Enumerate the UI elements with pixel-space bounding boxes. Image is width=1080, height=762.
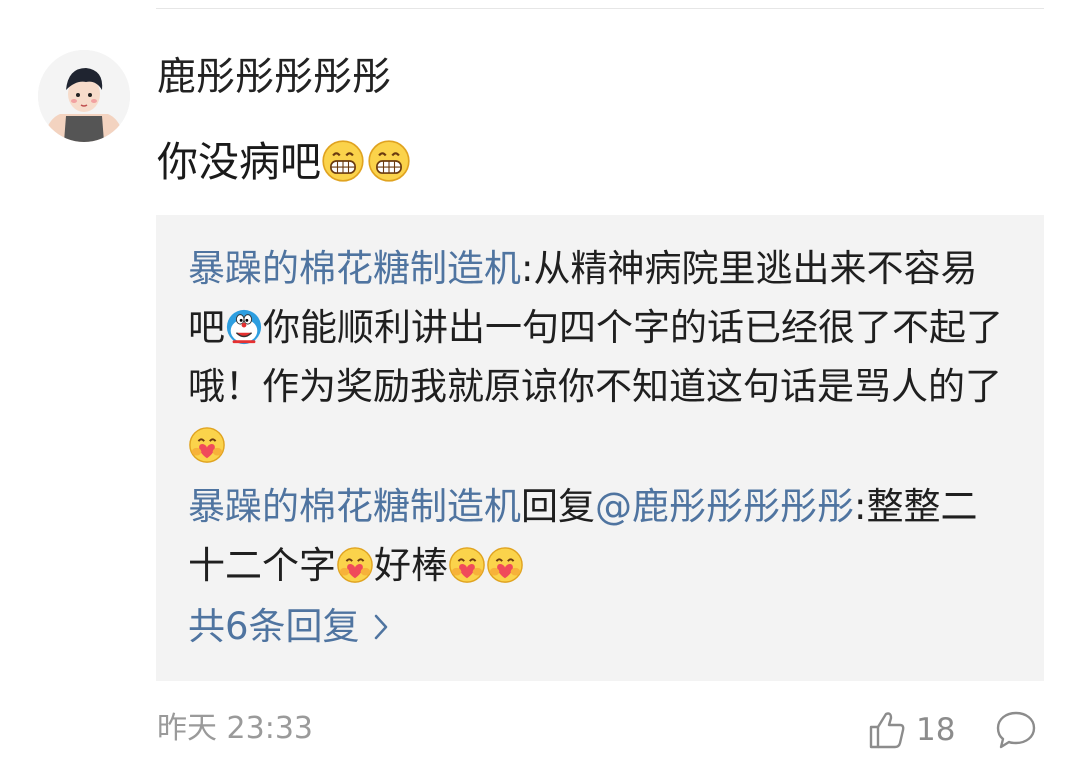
top-divider	[156, 8, 1044, 9]
reply-connector: 回复	[521, 485, 595, 528]
like-count: 18	[916, 712, 956, 748]
reply-item[interactable]: 暴躁的棉花糖制造机回复@鹿彤彤彤彤彤:整整二十二个字 好棒	[188, 477, 1008, 595]
thumbs-up-icon	[869, 712, 905, 749]
reply-item[interactable]: 暴躁的棉花糖制造机:从精神病院里逃出来不容易吧 你能顺利讲出一句四个字的话已经很了…	[188, 239, 1008, 475]
reply-mention[interactable]: @鹿彤彤彤彤彤	[595, 485, 854, 528]
more-replies-label[interactable]: 共6条回复	[188, 605, 360, 648]
grinning-face-emoji-icon	[367, 139, 411, 183]
like-button[interactable]: 18	[868, 706, 955, 754]
doraemon-emoji-icon	[225, 308, 263, 346]
comment-text: 你没病吧	[157, 132, 413, 192]
heart-hug-emoji-icon	[188, 426, 226, 464]
grinning-face-emoji-icon	[321, 139, 365, 183]
more-replies-link[interactable]: 共6条回复	[188, 599, 391, 655]
heart-hug-emoji-icon	[448, 546, 486, 584]
reply-author[interactable]: 暴躁的棉花糖制造机	[188, 247, 521, 290]
chevron-right-icon	[375, 614, 388, 640]
comment-body: 你没病吧	[157, 138, 321, 186]
avatar-image	[38, 50, 130, 142]
reply-text: 好棒	[374, 544, 448, 587]
reply-text: 你能顺利讲出一句四个字的话已经很了不起了哦！作为奖励我就原谅你不知道这句话是骂人…	[188, 306, 1003, 408]
reply-author[interactable]: 暴躁的棉花糖制造机	[188, 485, 521, 528]
heart-hug-emoji-icon	[486, 546, 524, 584]
timestamp: 昨天 23:33	[157, 711, 313, 746]
comment-bubble-icon[interactable]	[994, 708, 1038, 752]
avatar[interactable]	[38, 50, 130, 142]
username[interactable]: 鹿彤彤彤彤彤	[157, 52, 391, 104]
heart-hug-emoji-icon	[336, 546, 374, 584]
replies-box[interactable]: 暴躁的棉花糖制造机:从精神病院里逃出来不容易吧 你能顺利讲出一句四个字的话已经很了…	[156, 215, 1044, 681]
